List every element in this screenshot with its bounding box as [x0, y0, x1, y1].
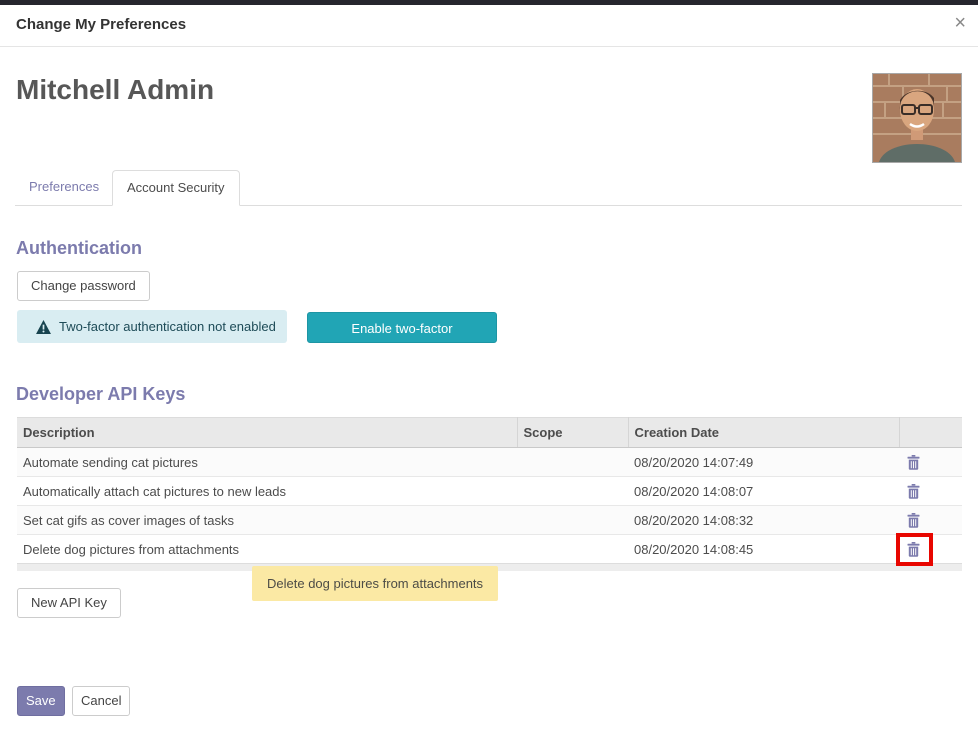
table-row: Automatically attach cat pictures to new…: [17, 477, 962, 506]
save-button[interactable]: Save: [17, 686, 65, 716]
tab-account-security[interactable]: Account Security: [112, 170, 240, 206]
twofactor-alert-text: Two-factor authentication not enabled: [59, 319, 276, 334]
api-keys-table: Description Scope Creation Date Automate…: [17, 417, 962, 564]
trash-icon[interactable]: [907, 542, 920, 557]
tab-preferences[interactable]: Preferences: [15, 170, 113, 206]
column-header-description[interactable]: Description: [17, 418, 517, 448]
table-row: Automate sending cat pictures 08/20/2020…: [17, 448, 962, 477]
api-key-creation-date: 08/20/2020 14:07:49: [628, 448, 899, 477]
modal-title: Change My Preferences: [16, 16, 186, 33]
trash-icon[interactable]: [907, 455, 920, 470]
table-header-row: Description Scope Creation Date: [17, 418, 962, 448]
user-avatar[interactable]: [872, 73, 962, 163]
api-key-scope: [517, 448, 628, 477]
twofactor-alert: Two-factor authentication not enabled: [17, 310, 287, 343]
api-key-actions-cell: [899, 535, 962, 564]
change-password-button[interactable]: Change password: [17, 271, 150, 301]
api-key-actions-cell: [899, 448, 962, 477]
cancel-button[interactable]: Cancel: [72, 686, 130, 716]
api-key-creation-date: 08/20/2020 14:08:45: [628, 535, 899, 564]
api-key-description: Set cat gifs as cover images of tasks: [17, 506, 517, 535]
avatar-illustration: [873, 74, 961, 162]
new-api-key-button[interactable]: New API Key: [17, 588, 121, 618]
api-key-scope: [517, 477, 628, 506]
column-header-actions: [899, 418, 962, 448]
api-key-actions-cell: [899, 506, 962, 535]
trash-icon[interactable]: [907, 513, 920, 528]
user-name-heading: Mitchell Admin: [16, 74, 214, 106]
api-key-creation-date: 08/20/2020 14:08:07: [628, 477, 899, 506]
trash-icon[interactable]: [907, 484, 920, 499]
close-icon[interactable]: ×: [954, 13, 966, 33]
api-key-scope: [517, 535, 628, 564]
tooltip: Delete dog pictures from attachments: [252, 566, 498, 601]
api-key-description: Automatically attach cat pictures to new…: [17, 477, 517, 506]
api-keys-heading: Developer API Keys: [16, 384, 185, 405]
api-key-description: Automate sending cat pictures: [17, 448, 517, 477]
column-header-creation-date[interactable]: Creation Date: [628, 418, 899, 448]
table-row: Set cat gifs as cover images of tasks 08…: [17, 506, 962, 535]
table-row: Delete dog pictures from attachments 08/…: [17, 535, 962, 564]
api-key-scope: [517, 506, 628, 535]
enable-twofactor-button[interactable]: Enable two-factor authentication: [307, 312, 497, 343]
warning-icon: [36, 320, 51, 334]
modal-header: Change My Preferences ×: [0, 5, 978, 47]
column-header-scope[interactable]: Scope: [517, 418, 628, 448]
api-key-creation-date: 08/20/2020 14:08:32: [628, 506, 899, 535]
api-key-description: Delete dog pictures from attachments: [17, 535, 517, 564]
authentication-heading: Authentication: [16, 238, 142, 259]
api-key-actions-cell: [899, 477, 962, 506]
